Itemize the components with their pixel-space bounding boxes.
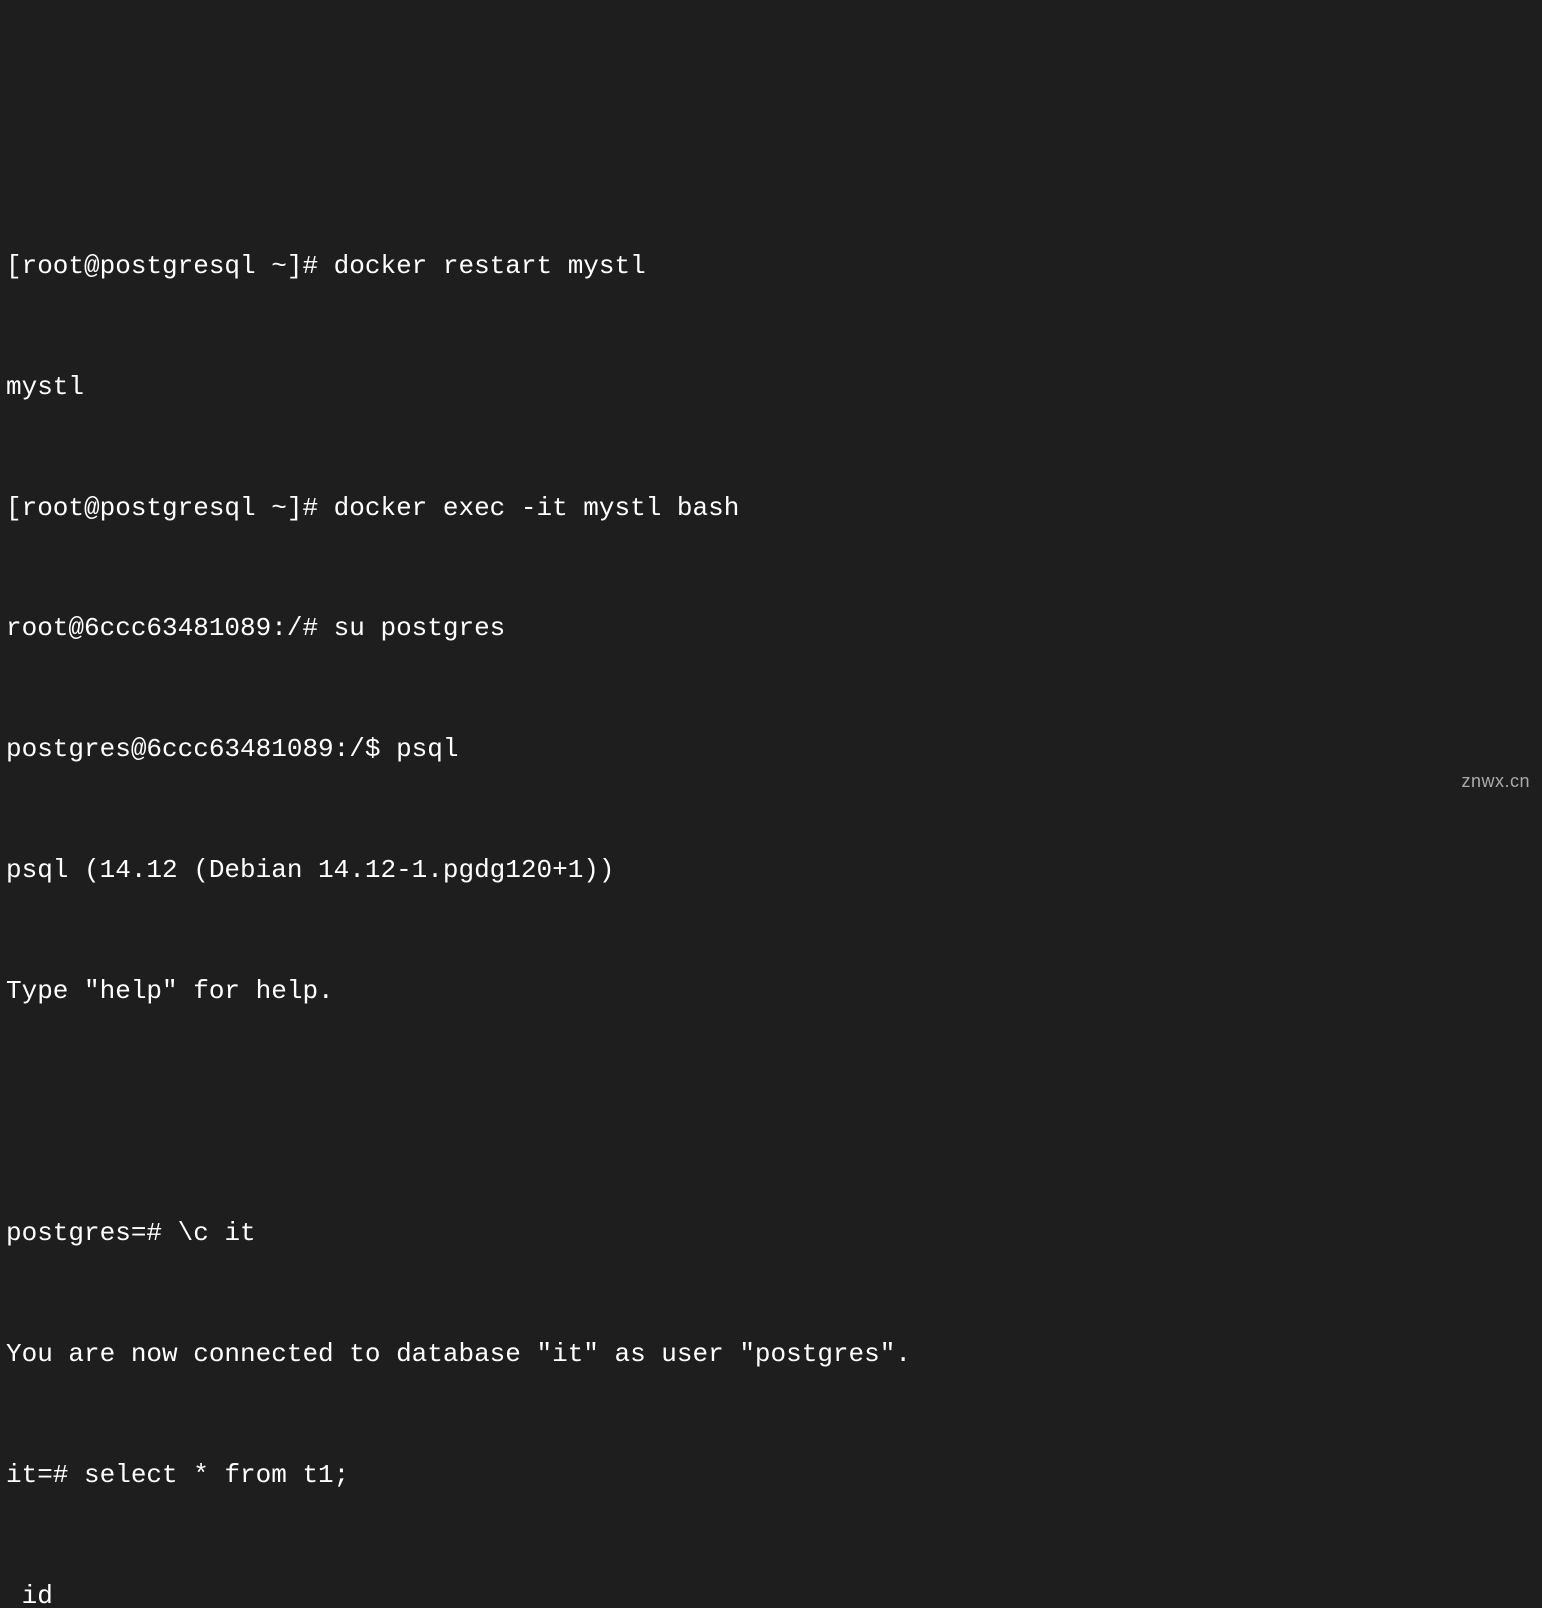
psql-line: postgres=# \c it — [6, 1213, 1536, 1253]
shell-command: docker exec -it mystl bash — [334, 493, 740, 523]
shell-line: root@6ccc63481089:/# su postgres — [6, 608, 1536, 648]
output-line: Type "help" for help. — [6, 971, 1536, 1011]
shell-prompt: [root@postgresql ~]# — [6, 251, 334, 281]
shell-prompt: root@6ccc63481089:/# — [6, 613, 334, 643]
blank-line — [6, 1092, 1536, 1132]
psql-prompt: postgres=# — [6, 1218, 178, 1248]
terminal-output[interactable]: [root@postgresql ~]# docker restart myst… — [6, 165, 1536, 1608]
shell-command: psql — [396, 734, 458, 764]
psql-prompt: it=# — [6, 1460, 84, 1490]
shell-command: docker restart mystl — [334, 251, 646, 281]
table-header: id — [6, 1576, 1536, 1608]
output-line: You are now connected to database "it" a… — [6, 1334, 1536, 1374]
shell-command: su postgres — [334, 613, 506, 643]
shell-prompt: [root@postgresql ~]# — [6, 493, 334, 523]
shell-line: [root@postgresql ~]# docker restart myst… — [6, 246, 1536, 286]
watermark: znwx.cn — [1461, 768, 1530, 796]
output-line: psql (14.12 (Debian 14.12-1.pgdg120+1)) — [6, 850, 1536, 890]
psql-command: select * from t1; — [84, 1460, 349, 1490]
shell-line: [root@postgresql ~]# docker exec -it mys… — [6, 488, 1536, 528]
psql-command: \c it — [178, 1218, 256, 1248]
output-line: mystl — [6, 367, 1536, 407]
shell-prompt: postgres@6ccc63481089:/$ — [6, 734, 396, 764]
psql-line: it=# select * from t1; — [6, 1455, 1536, 1495]
shell-line: postgres@6ccc63481089:/$ psql — [6, 729, 1536, 769]
